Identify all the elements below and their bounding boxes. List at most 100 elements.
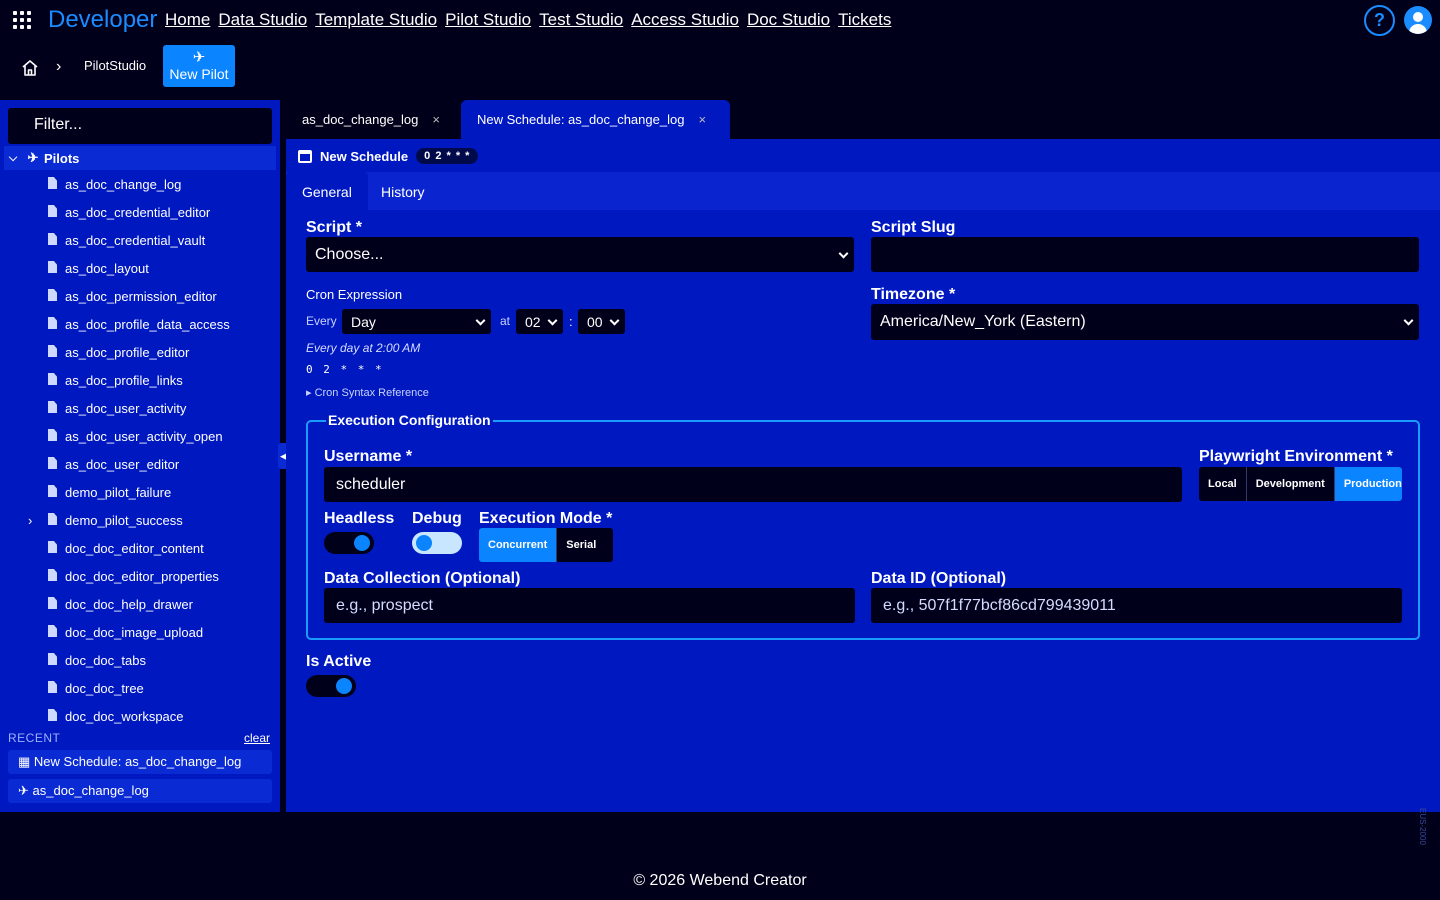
nav-link-tickets[interactable]: Tickets [838, 10, 891, 30]
mode-serial-option[interactable]: Serial [557, 528, 605, 562]
tree-item[interactable]: as_doc_user_editor [0, 450, 280, 478]
document-icon [48, 429, 57, 441]
timezone-label: Timezone * [871, 286, 956, 303]
tab-new-schedule[interactable]: New Schedule: as_doc_change_log × [461, 100, 730, 139]
tree-item[interactable]: as_doc_user_activity_open [0, 422, 280, 450]
chevron-down-icon [475, 315, 486, 326]
minute-value: 00 [587, 313, 603, 330]
document-icon [48, 597, 57, 609]
tree-item-label: as_doc_credential_vault [65, 232, 206, 248]
chevron-down-icon[interactable]: ⌵ [4, 152, 22, 165]
user-avatar-icon[interactable] [1404, 6, 1432, 34]
tree-item-label: demo_pilot_success [65, 512, 183, 528]
close-icon[interactable]: × [698, 112, 706, 127]
brand-title[interactable]: Developer [48, 6, 157, 34]
cron-badge: 0 2 * * * [416, 148, 479, 164]
tree-item[interactable]: as_doc_profile_editor [0, 338, 280, 366]
tree-item-label: as_doc_user_activity [65, 400, 187, 416]
home-icon[interactable] [21, 59, 39, 77]
tree-item[interactable]: as_doc_permission_editor [0, 282, 280, 310]
tree-item-label: as_doc_user_editor [65, 456, 180, 472]
tree-item[interactable]: as_doc_credential_editor [0, 198, 280, 226]
plane-icon: ✈ [18, 783, 29, 798]
new-pilot-button[interactable]: ✈ New Pilot [163, 45, 235, 87]
time-colon: : [569, 314, 573, 329]
tab-history[interactable]: History [365, 172, 441, 210]
hour-select[interactable]: 02 [516, 309, 563, 334]
tree-item[interactable]: doc_doc_image_upload [0, 618, 280, 646]
document-icon [48, 345, 57, 357]
tree-item[interactable]: demo_pilot_failure [0, 478, 280, 506]
tree-item[interactable]: as_doc_profile_data_access [0, 310, 280, 338]
tree-item[interactable]: doc_doc_tree [0, 674, 280, 702]
top-nav: Developer Home Data Studio Template Stud… [0, 0, 1440, 42]
tree-item[interactable]: doc_doc_help_drawer [0, 590, 280, 618]
tree-item[interactable]: as_doc_user_activity [0, 394, 280, 422]
nav-link-access-studio[interactable]: Access Studio [631, 10, 739, 30]
tree-item[interactable]: doc_doc_workspace [0, 702, 280, 730]
script-label: Script * [306, 219, 363, 236]
cron-description: Every day at 2:00 AM [306, 341, 421, 355]
chevron-down-icon [1403, 315, 1414, 326]
cron-reference-toggle[interactable]: ▸ Cron Syntax Reference [306, 386, 429, 399]
env-production-option[interactable]: Production [1334, 467, 1402, 501]
nav-link-doc-studio[interactable]: Doc Studio [747, 10, 830, 30]
recent-clear-link[interactable]: clear [244, 731, 270, 745]
tree-item[interactable]: doc_doc_editor_properties [0, 562, 280, 590]
tree-root-pilots[interactable]: ⌵ ✈ Pilots [4, 146, 276, 170]
nav-link-pilot-studio[interactable]: Pilot Studio [445, 10, 531, 30]
tree-item[interactable]: as_doc_profile_links [0, 366, 280, 394]
minute-select[interactable]: 00 [578, 309, 625, 334]
nav-link-home[interactable]: Home [165, 10, 210, 30]
debug-toggle[interactable] [412, 532, 462, 554]
timezone-select[interactable]: America/New_York (Eastern) [871, 304, 1419, 340]
breadcrumb-current[interactable]: PilotStudio [84, 58, 146, 73]
headless-toggle[interactable] [324, 532, 374, 554]
env-development-option[interactable]: Development [1247, 467, 1335, 501]
script-slug-input[interactable] [871, 237, 1419, 272]
recent-item[interactable]: ✈ as_doc_change_log [8, 779, 272, 803]
tab-general[interactable]: General [286, 172, 368, 210]
nav-link-template-studio[interactable]: Template Studio [315, 10, 437, 30]
tree-item[interactable]: as_doc_layout [0, 254, 280, 282]
document-icon [48, 233, 57, 245]
tree-item[interactable]: as_doc_change_log [0, 170, 280, 198]
filter-input[interactable]: Filter... [8, 108, 272, 144]
calendar-icon: ▦ [18, 754, 31, 769]
env-local-option[interactable]: Local [1199, 467, 1247, 501]
recent-item[interactable]: ▦ New Schedule: as_doc_change_log [8, 750, 272, 774]
script-select-value: Choose... [315, 245, 384, 263]
script-select[interactable]: Choose... [306, 237, 854, 272]
data-collection-input[interactable]: e.g., prospect [324, 588, 855, 623]
tab-change-log[interactable]: as_doc_change_log × [286, 100, 458, 139]
script-slug-label: Script Slug [871, 219, 956, 236]
chevron-right-icon[interactable]: › [28, 513, 32, 528]
tree-item[interactable]: doc_doc_editor_content [0, 534, 280, 562]
tree-item[interactable]: › demo_pilot_success [0, 506, 280, 534]
document-icon [48, 457, 57, 469]
environment-label: Playwright Environment * [1199, 448, 1393, 465]
help-button[interactable]: ? [1364, 5, 1395, 36]
apps-grid-icon[interactable] [13, 11, 31, 29]
cron-expression: 0 2 * * * [306, 363, 384, 376]
breadcrumb-separator-icon: › [56, 58, 62, 75]
frequency-select[interactable]: Day [342, 309, 491, 334]
is-active-toggle[interactable] [306, 675, 356, 697]
nav-link-data-studio[interactable]: Data Studio [218, 10, 307, 30]
username-input[interactable]: scheduler [324, 467, 1182, 502]
data-id-label: Data ID (Optional) [871, 570, 1007, 587]
data-id-input[interactable]: e.g., 507f1f77bcf86cd799439011 [871, 588, 1402, 623]
timezone-value: America/New_York (Eastern) [880, 313, 1086, 330]
document-icon [48, 177, 57, 189]
plane-icon: ✈ [192, 49, 206, 66]
schedule-title: New Schedule [320, 148, 409, 164]
tree-item[interactable]: as_doc_credential_vault [0, 226, 280, 254]
execution-config-legend: Execution Configuration [326, 412, 493, 428]
chevron-down-icon [547, 315, 558, 326]
mode-concurrent-option[interactable]: Concurrent [479, 528, 558, 562]
close-icon[interactable]: × [432, 112, 440, 127]
nav-link-test-studio[interactable]: Test Studio [539, 10, 623, 30]
tab-label: as_doc_change_log [302, 112, 419, 127]
tree-item[interactable]: doc_doc_tabs [0, 646, 280, 674]
tree-item-label: as_doc_permission_editor [65, 288, 217, 304]
